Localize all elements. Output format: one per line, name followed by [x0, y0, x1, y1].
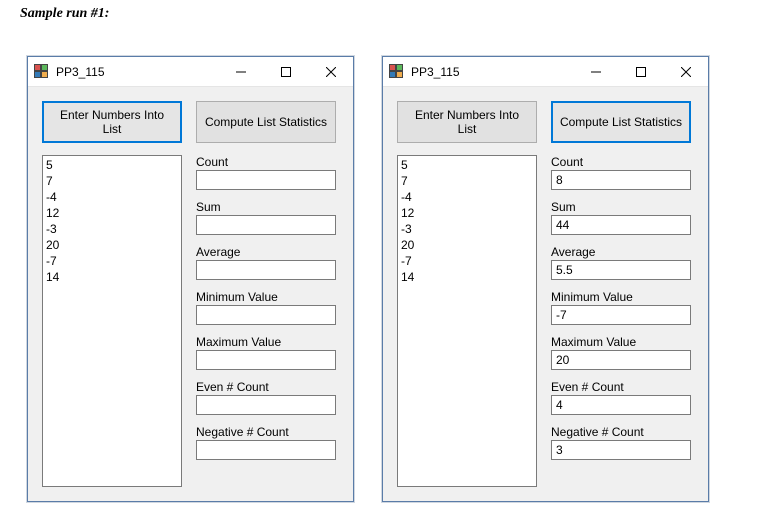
- app-icon: [34, 64, 50, 80]
- windows-container: PP3_115 Enter Numbers Into List 5 7 -4 1…: [27, 56, 709, 502]
- close-button[interactable]: [663, 57, 708, 87]
- compute-statistics-button[interactable]: Compute List Statistics: [196, 101, 336, 143]
- sum-label: Sum: [196, 200, 336, 214]
- list-item[interactable]: 12: [46, 205, 178, 221]
- client-area: Enter Numbers Into List 5 7 -4 12 -3 20 …: [383, 87, 708, 501]
- maximize-button[interactable]: [263, 57, 308, 87]
- even-count-output[interactable]: [196, 395, 336, 415]
- list-item[interactable]: 5: [401, 157, 533, 173]
- titlebar: PP3_115: [28, 57, 353, 87]
- client-area: Enter Numbers Into List 5 7 -4 12 -3 20 …: [28, 87, 353, 501]
- list-item[interactable]: -3: [401, 221, 533, 237]
- even-count-label: Even # Count: [551, 380, 691, 394]
- app-window: PP3_115 Enter Numbers Into List 5 7 -4 1…: [382, 56, 709, 502]
- list-item[interactable]: 20: [46, 237, 178, 253]
- min-label: Minimum Value: [196, 290, 336, 304]
- compute-statistics-button[interactable]: Compute List Statistics: [551, 101, 691, 143]
- negative-count-output[interactable]: 3: [551, 440, 691, 460]
- even-count-label: Even # Count: [196, 380, 336, 394]
- page-caption: Sample run #1:: [20, 6, 109, 22]
- average-label: Average: [196, 245, 336, 259]
- window-title: PP3_115: [411, 65, 460, 79]
- numbers-listbox[interactable]: 5 7 -4 12 -3 20 -7 14: [42, 155, 182, 487]
- average-output[interactable]: [196, 260, 336, 280]
- window-title: PP3_115: [56, 65, 105, 79]
- maximize-button[interactable]: [618, 57, 663, 87]
- enter-numbers-button[interactable]: Enter Numbers Into List: [397, 101, 537, 143]
- count-output[interactable]: [196, 170, 336, 190]
- min-output[interactable]: [196, 305, 336, 325]
- list-item[interactable]: -3: [46, 221, 178, 237]
- list-item[interactable]: 14: [401, 269, 533, 285]
- list-item[interactable]: -4: [46, 189, 178, 205]
- negative-count-output[interactable]: [196, 440, 336, 460]
- max-output[interactable]: [196, 350, 336, 370]
- average-label: Average: [551, 245, 691, 259]
- list-item[interactable]: 7: [401, 173, 533, 189]
- count-label: Count: [196, 155, 336, 169]
- average-output[interactable]: 5.5: [551, 260, 691, 280]
- close-button[interactable]: [308, 57, 353, 87]
- max-label: Maximum Value: [551, 335, 691, 349]
- minimize-button[interactable]: [218, 57, 263, 87]
- count-output[interactable]: 8: [551, 170, 691, 190]
- list-item[interactable]: 7: [46, 173, 178, 189]
- minimize-button[interactable]: [573, 57, 618, 87]
- enter-numbers-button[interactable]: Enter Numbers Into List: [42, 101, 182, 143]
- min-output[interactable]: -7: [551, 305, 691, 325]
- list-item[interactable]: -4: [401, 189, 533, 205]
- list-item[interactable]: 20: [401, 237, 533, 253]
- min-label: Minimum Value: [551, 290, 691, 304]
- max-label: Maximum Value: [196, 335, 336, 349]
- negative-count-label: Negative # Count: [196, 425, 336, 439]
- titlebar: PP3_115: [383, 57, 708, 87]
- count-label: Count: [551, 155, 691, 169]
- even-count-output[interactable]: 4: [551, 395, 691, 415]
- negative-count-label: Negative # Count: [551, 425, 691, 439]
- app-window: PP3_115 Enter Numbers Into List 5 7 -4 1…: [27, 56, 354, 502]
- sum-output[interactable]: [196, 215, 336, 235]
- sum-output[interactable]: 44: [551, 215, 691, 235]
- list-item[interactable]: 5: [46, 157, 178, 173]
- numbers-listbox[interactable]: 5 7 -4 12 -3 20 -7 14: [397, 155, 537, 487]
- list-item[interactable]: 14: [46, 269, 178, 285]
- list-item[interactable]: -7: [46, 253, 178, 269]
- list-item[interactable]: -7: [401, 253, 533, 269]
- app-icon: [389, 64, 405, 80]
- sum-label: Sum: [551, 200, 691, 214]
- max-output[interactable]: 20: [551, 350, 691, 370]
- list-item[interactable]: 12: [401, 205, 533, 221]
